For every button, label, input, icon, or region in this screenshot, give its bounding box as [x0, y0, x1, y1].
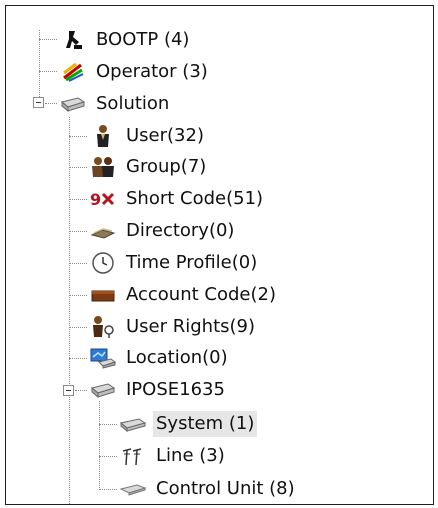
tree-item-directory[interactable]: Directory(0) [89, 216, 237, 246]
tree-connector [69, 295, 87, 296]
tree-connector [39, 30, 40, 105]
tree-connector [99, 456, 117, 457]
user-icon [89, 124, 117, 148]
tree-item-user-rights[interactable]: User Rights(9) [89, 312, 258, 342]
tree-item-operator[interactable]: Operator (3) [59, 57, 211, 87]
tree-connector [69, 199, 87, 200]
server-icon [59, 92, 87, 116]
tree-connector [69, 167, 87, 168]
tree-connector [69, 117, 70, 504]
tree-item-account-code[interactable]: Account Code(2) [89, 280, 279, 310]
tree-item-label: Solution [96, 93, 170, 114]
tree-connector [99, 489, 117, 490]
tree-item-label: Directory(0) [126, 220, 235, 241]
tree-panel: BOOTP (4) Operator (3) Solution User(32)… [5, 5, 434, 505]
tree-connector [69, 263, 87, 264]
tree-item-label: Group(7) [126, 156, 207, 177]
tree-item-time-profile[interactable]: Time Profile(0) [89, 248, 260, 278]
tree-item-label: System (1) [153, 411, 258, 437]
tree-connector [69, 231, 87, 232]
tree-item-short-code[interactable]: 9 Short Code(51) [89, 184, 266, 214]
system-icon [119, 412, 147, 436]
directory-icon [89, 219, 117, 243]
tree-item-ipose[interactable]: IPOSE1635 [89, 375, 228, 405]
tree-item-bootp[interactable]: BOOTP (4) [59, 25, 192, 55]
collapse-ipose-toggle[interactable] [63, 385, 74, 396]
tree-item-label: Control Unit (8) [156, 478, 295, 499]
tree-item-system[interactable]: System (1) [119, 409, 258, 439]
tree-item-label: BOOTP (4) [96, 29, 190, 50]
clock-icon [89, 251, 117, 275]
server-icon [89, 378, 117, 402]
tree-connector [69, 358, 87, 359]
tree-item-location[interactable]: Location(0) [89, 343, 231, 373]
tree-connector [99, 424, 117, 425]
tree-item-label: Location(0) [126, 347, 228, 368]
tree-item-solution[interactable]: Solution [59, 89, 172, 119]
svg-text:9: 9 [90, 190, 101, 209]
tree-item-line[interactable]: Line (3) [119, 441, 228, 471]
line-icon [119, 444, 147, 468]
configuration-tree: BOOTP (4) Operator (3) Solution User(32)… [6, 6, 433, 504]
control-unit-icon [119, 477, 147, 501]
collapse-solution-toggle[interactable] [33, 97, 44, 108]
tree-connector [69, 136, 87, 137]
user-rights-icon [89, 315, 117, 339]
tree-connector [39, 39, 57, 40]
tree-item-group[interactable]: Group(7) [89, 152, 209, 182]
tree-item-label: Short Code(51) [126, 188, 264, 209]
tree-item-label: User Rights(9) [126, 316, 256, 337]
bootp-icon [59, 28, 87, 52]
tree-item-label: Time Profile(0) [126, 252, 258, 273]
tree-item-label: Operator (3) [96, 61, 208, 82]
operator-icon [59, 60, 87, 84]
tree-item-label: Account Code(2) [126, 284, 276, 305]
tree-connector [69, 327, 87, 328]
group-icon [89, 155, 117, 179]
account-code-icon [89, 283, 117, 307]
tree-item-label: User(32) [126, 125, 204, 146]
tree-item-label: Line (3) [156, 445, 225, 466]
location-icon [89, 346, 117, 370]
tree-item-label: IPOSE1635 [126, 379, 225, 400]
tree-connector [39, 71, 57, 72]
tree-item-user[interactable]: User(32) [89, 121, 207, 151]
short-code-icon: 9 [89, 187, 117, 211]
tree-connector [45, 103, 57, 104]
tree-connector [75, 390, 87, 391]
tree-connector [99, 401, 100, 490]
tree-item-control-unit[interactable]: Control Unit (8) [119, 474, 298, 504]
